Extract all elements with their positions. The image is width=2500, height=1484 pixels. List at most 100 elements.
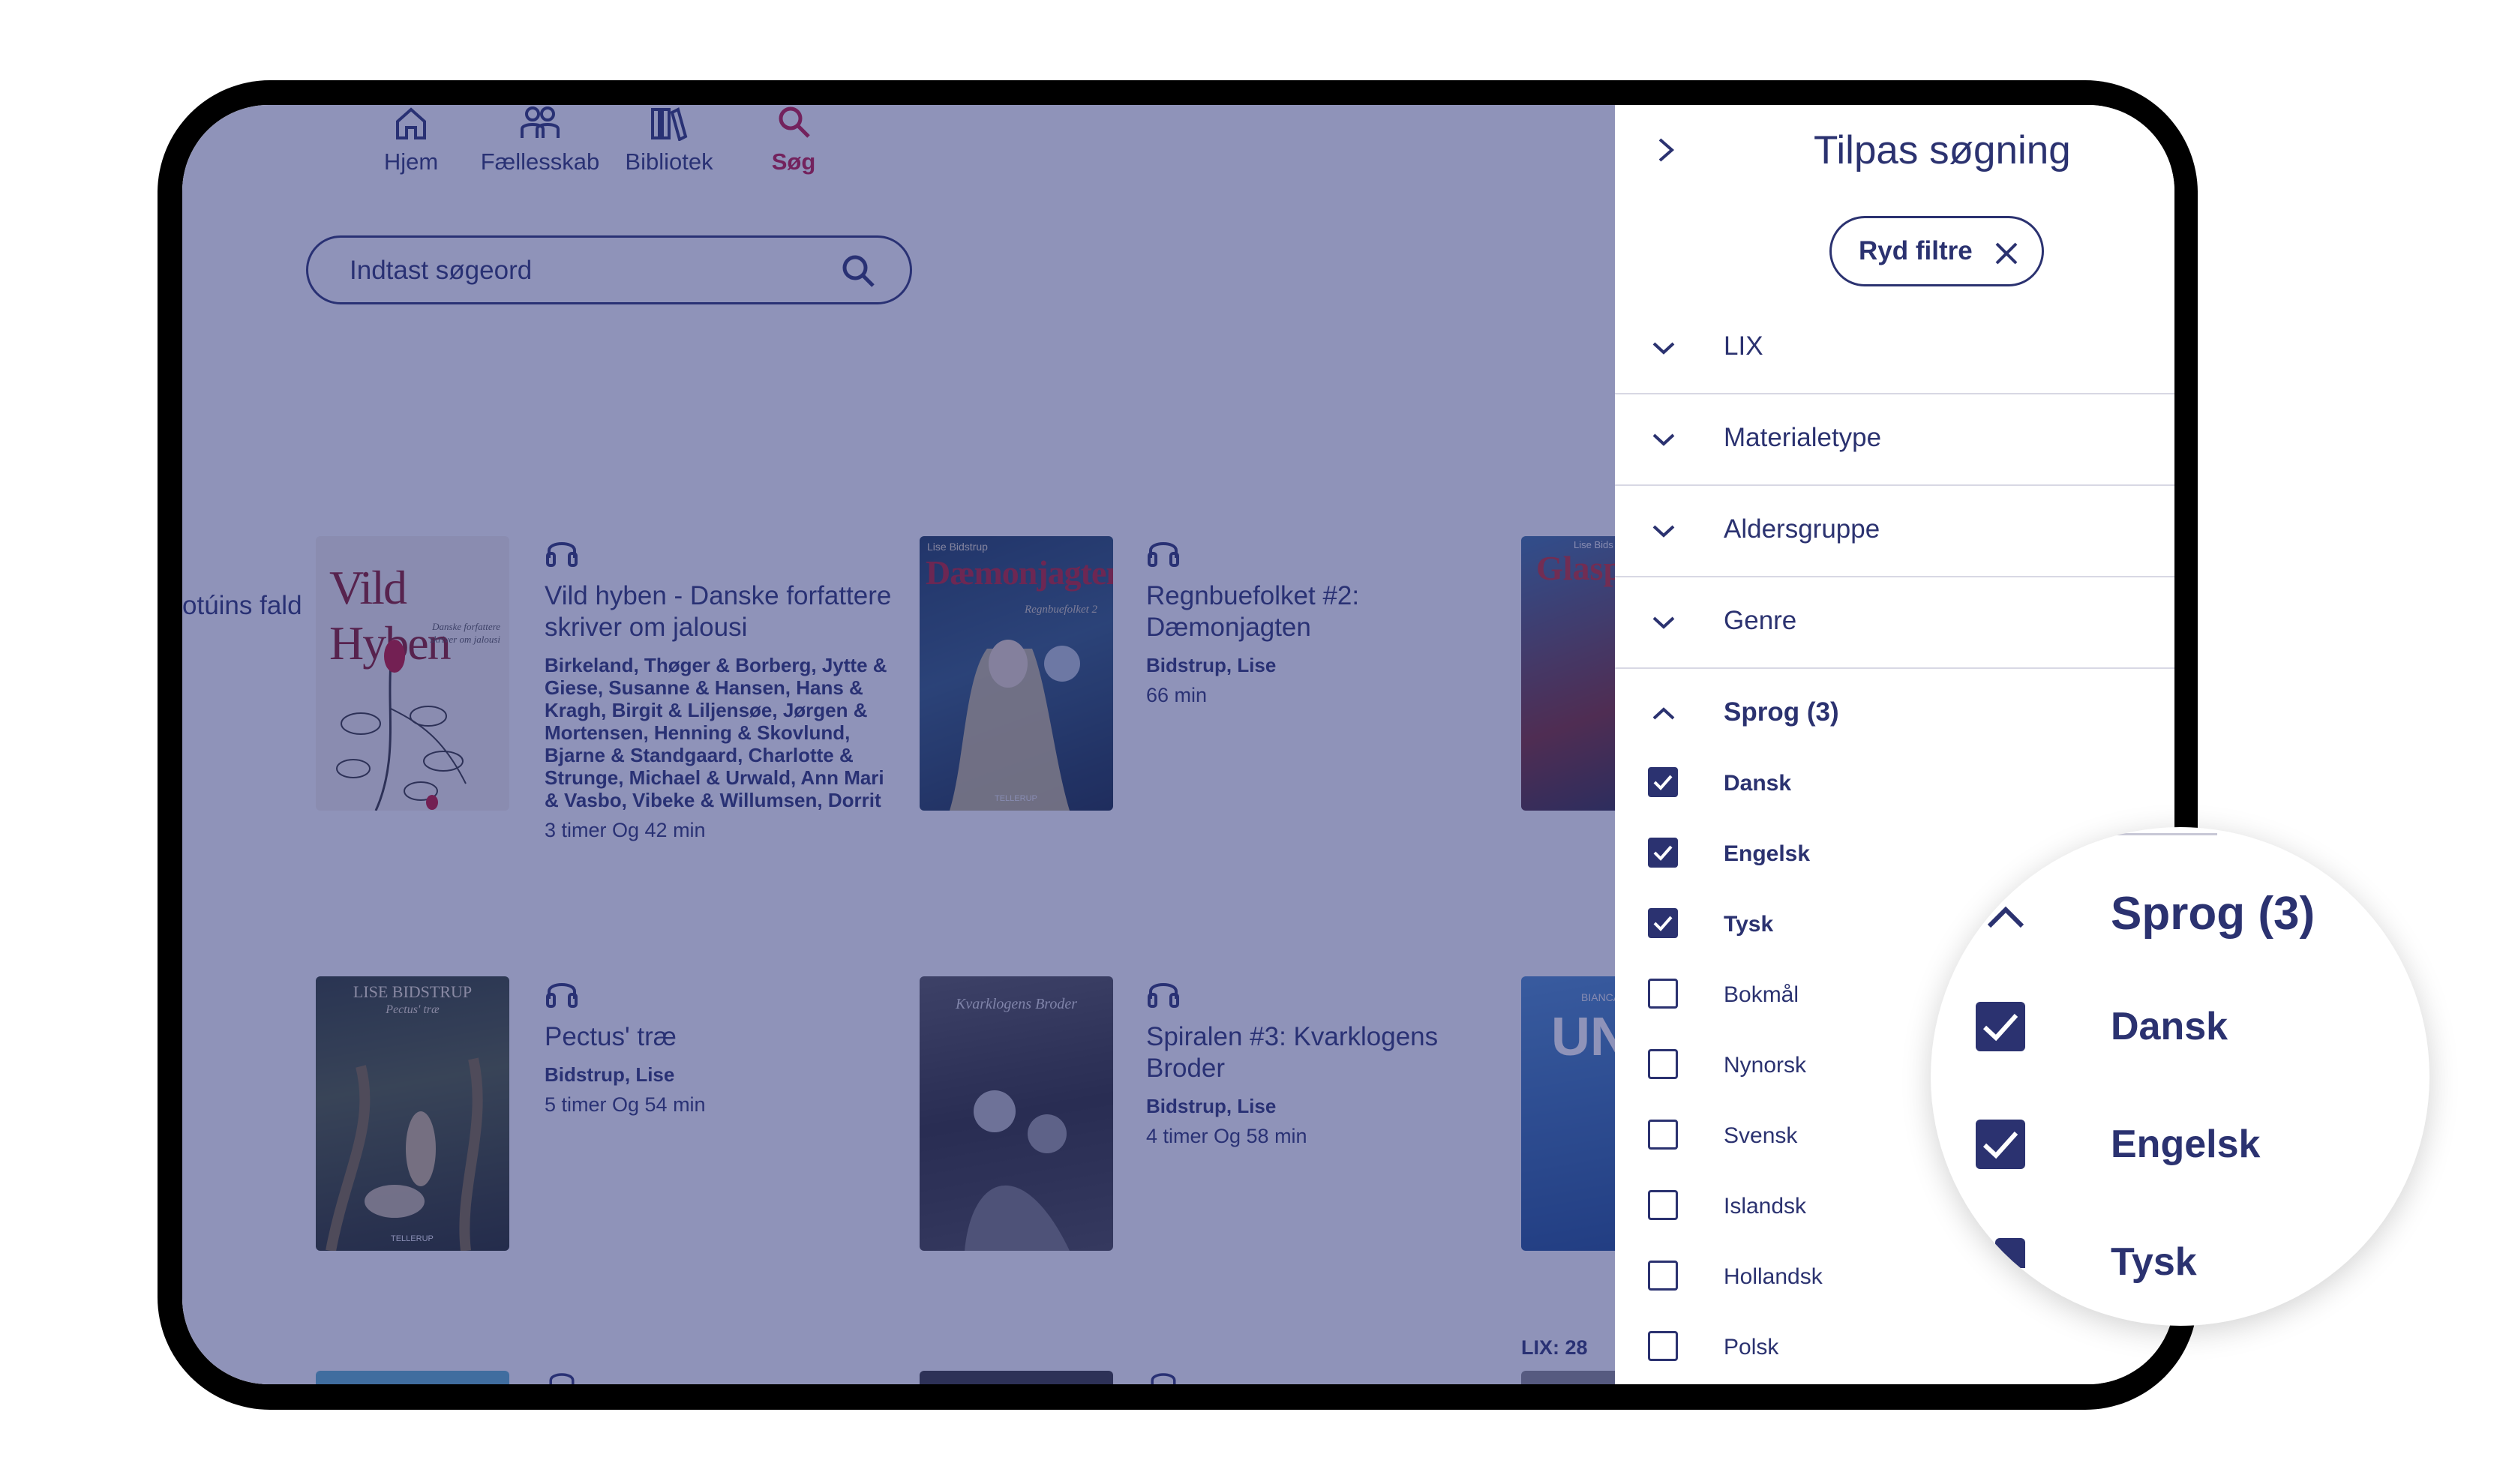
book-cover[interactable]: Lise Bidstrup Dæmonjagten Regnbuefolket … bbox=[920, 536, 1113, 811]
search-page: Hjem Fællesskab Bibliotek Søg Indtast sø… bbox=[182, 105, 1715, 1384]
language-label: Svensk bbox=[1724, 1123, 1798, 1148]
zoom-language-label: Tysk bbox=[2111, 1240, 2197, 1284]
book-title: Regnbuefolket #2: Dæmonjagten bbox=[1146, 581, 1360, 642]
chevron-down-icon bbox=[1652, 342, 1675, 355]
language-label: Nynorsk bbox=[1724, 1053, 1807, 1078]
divider bbox=[2082, 833, 2217, 835]
book-cover[interactable]: Kvarklogens Broder bbox=[920, 976, 1113, 1251]
nav-community-label: Fællesskab bbox=[480, 148, 600, 175]
bottom-nav: Hjem Fællesskab Bibliotek Søg bbox=[182, 105, 815, 180]
filter-section-materialetype[interactable]: Materialetype bbox=[1615, 394, 2174, 486]
language-label: Polsk bbox=[1724, 1335, 1779, 1360]
checkbox-checked[interactable] bbox=[1648, 908, 1678, 938]
headphones-icon bbox=[546, 542, 578, 567]
zoom-section-title: Sprog (3) bbox=[2111, 888, 2315, 940]
book-info[interactable]: Pectus' træ Bidstrup, Lise 5 timer Og 54… bbox=[545, 973, 860, 1117]
checkbox-checked[interactable] bbox=[1648, 767, 1678, 797]
close-icon bbox=[1995, 242, 2018, 265]
cover-illustration bbox=[326, 1057, 483, 1251]
book-authors: Bidstrup, Lise bbox=[1146, 1095, 1277, 1117]
language-label: Dansk bbox=[1724, 771, 1792, 796]
check-icon bbox=[1982, 1013, 2018, 1042]
chevron-right-icon[interactable] bbox=[1652, 130, 1679, 169]
book-duration: 3 timer Og 42 min bbox=[545, 819, 706, 841]
book-info[interactable]: Regnbuefolket #2: Dæmonjagten Bidstrup, … bbox=[1146, 532, 1461, 707]
filter-section-label: Materialetype bbox=[1724, 423, 1882, 452]
language-label: Bokmål bbox=[1724, 982, 1799, 1007]
checkbox-checked[interactable] bbox=[1648, 838, 1678, 868]
zoom-checkbox bbox=[1995, 1238, 2025, 1268]
chevron-down-icon bbox=[1652, 616, 1675, 629]
book-info[interactable]: Spiralen #3: Kvarklogens Broder Bidstrup… bbox=[1146, 973, 1461, 1148]
book-duration: 4 timer Og 58 min bbox=[1146, 1125, 1307, 1147]
filter-section-label: Sprog (3) bbox=[1724, 697, 1839, 727]
filter-section-aldersgruppe[interactable]: Aldersgruppe bbox=[1615, 486, 2174, 577]
chevron-down-icon bbox=[1652, 525, 1675, 538]
chevron-down-icon bbox=[1652, 433, 1675, 446]
filter-section-genre[interactable]: Genre bbox=[1615, 577, 2174, 669]
lix-badge: LIX: 28 bbox=[1521, 1336, 1588, 1359]
checkbox-unchecked[interactable] bbox=[1648, 979, 1678, 1009]
book-title: Vild hyben - Danske forfattere skriver o… bbox=[545, 581, 892, 642]
book-duration: 66 min bbox=[1146, 684, 1208, 706]
book-title: Pectus' træ bbox=[545, 1022, 677, 1051]
language-label: Tysk bbox=[1724, 912, 1774, 937]
book-authors: Bidstrup, Lise bbox=[545, 1063, 675, 1086]
search-input[interactable]: Indtast søgeord bbox=[306, 235, 912, 304]
nav-home[interactable]: Hjem bbox=[347, 105, 475, 175]
filter-section-label: Aldersgruppe bbox=[1724, 514, 1880, 544]
checkbox-unchecked[interactable] bbox=[1648, 1049, 1678, 1079]
chevron-up-icon bbox=[1652, 707, 1675, 720]
headphones-icon bbox=[1148, 983, 1179, 1008]
library-icon bbox=[651, 107, 688, 141]
zoom-checkbox bbox=[1976, 1120, 2025, 1169]
checkbox-unchecked[interactable] bbox=[1648, 1120, 1678, 1150]
book-cover[interactable]: Vild Hyben Danske forfattere skriver om … bbox=[316, 536, 509, 811]
book-cover[interactable] bbox=[920, 1371, 1113, 1384]
book-duration: 5 timer Og 54 min bbox=[545, 1093, 706, 1116]
language-option-polsk[interactable]: Polsk bbox=[1615, 1317, 2174, 1377]
rosehip-illustration bbox=[336, 640, 467, 811]
checkbox-unchecked[interactable] bbox=[1648, 1331, 1678, 1361]
nav-library[interactable]: Bibliotek bbox=[605, 105, 733, 175]
clear-filters-label: Ryd filtre bbox=[1859, 236, 1973, 265]
home-icon bbox=[396, 107, 426, 139]
book-info[interactable]: Vild hyben - Danske forfattere skriver o… bbox=[545, 532, 897, 842]
panel-title: Tilpas søgning bbox=[1814, 128, 2071, 172]
zoom-language-label: Engelsk bbox=[2111, 1123, 2261, 1166]
checkbox-unchecked[interactable] bbox=[1648, 1190, 1678, 1220]
language-label: Hollandsk bbox=[1724, 1264, 1823, 1289]
filter-section-sprog[interactable]: Sprog (3) bbox=[1615, 669, 2174, 760]
headphones-icon bbox=[1151, 1373, 1176, 1384]
search-submit-icon[interactable] bbox=[840, 253, 876, 289]
check-icon bbox=[1653, 916, 1673, 931]
nav-library-label: Bibliotek bbox=[625, 148, 713, 175]
zoom-language-label: Dansk bbox=[2111, 1005, 2228, 1048]
filter-section-label: Genre bbox=[1724, 606, 1797, 635]
cover-publisher: TELLERUP bbox=[391, 1234, 434, 1243]
nav-community[interactable]: Fællesskab bbox=[476, 105, 604, 175]
nav-home-label: Hjem bbox=[383, 148, 439, 175]
chevron-up-icon bbox=[1987, 906, 2024, 928]
book-cover[interactable]: LISE BIDSTRUP Pectus' træ TELLERUP bbox=[316, 976, 509, 1251]
zoom-checkbox bbox=[1976, 1002, 2025, 1051]
nav-search-label: Søg bbox=[771, 148, 816, 175]
partial-book-title: otúins fald bbox=[182, 591, 302, 620]
language-label: Islandsk bbox=[1724, 1194, 1807, 1219]
check-icon bbox=[1982, 1131, 2018, 1159]
community-icon bbox=[521, 106, 560, 138]
check-icon bbox=[1653, 775, 1673, 790]
book-cover[interactable] bbox=[316, 1371, 509, 1384]
filter-section-lix[interactable]: LIX bbox=[1615, 303, 2174, 394]
check-icon bbox=[1653, 845, 1673, 861]
headphones-icon bbox=[1148, 542, 1179, 567]
language-option-dansk[interactable]: Dansk bbox=[1615, 753, 2174, 813]
headphones-icon bbox=[546, 983, 578, 1008]
clear-filters-button[interactable]: Ryd filtre bbox=[1829, 216, 2044, 286]
nav-search[interactable]: Søg bbox=[730, 105, 857, 175]
cover-illustration bbox=[950, 640, 1080, 811]
book-authors: Birkeland, Thøger & Borberg, Jytte & Gie… bbox=[545, 654, 887, 811]
headphones-icon bbox=[549, 1373, 575, 1384]
search-placeholder: Indtast søgeord bbox=[350, 256, 533, 285]
checkbox-unchecked[interactable] bbox=[1648, 1261, 1678, 1291]
